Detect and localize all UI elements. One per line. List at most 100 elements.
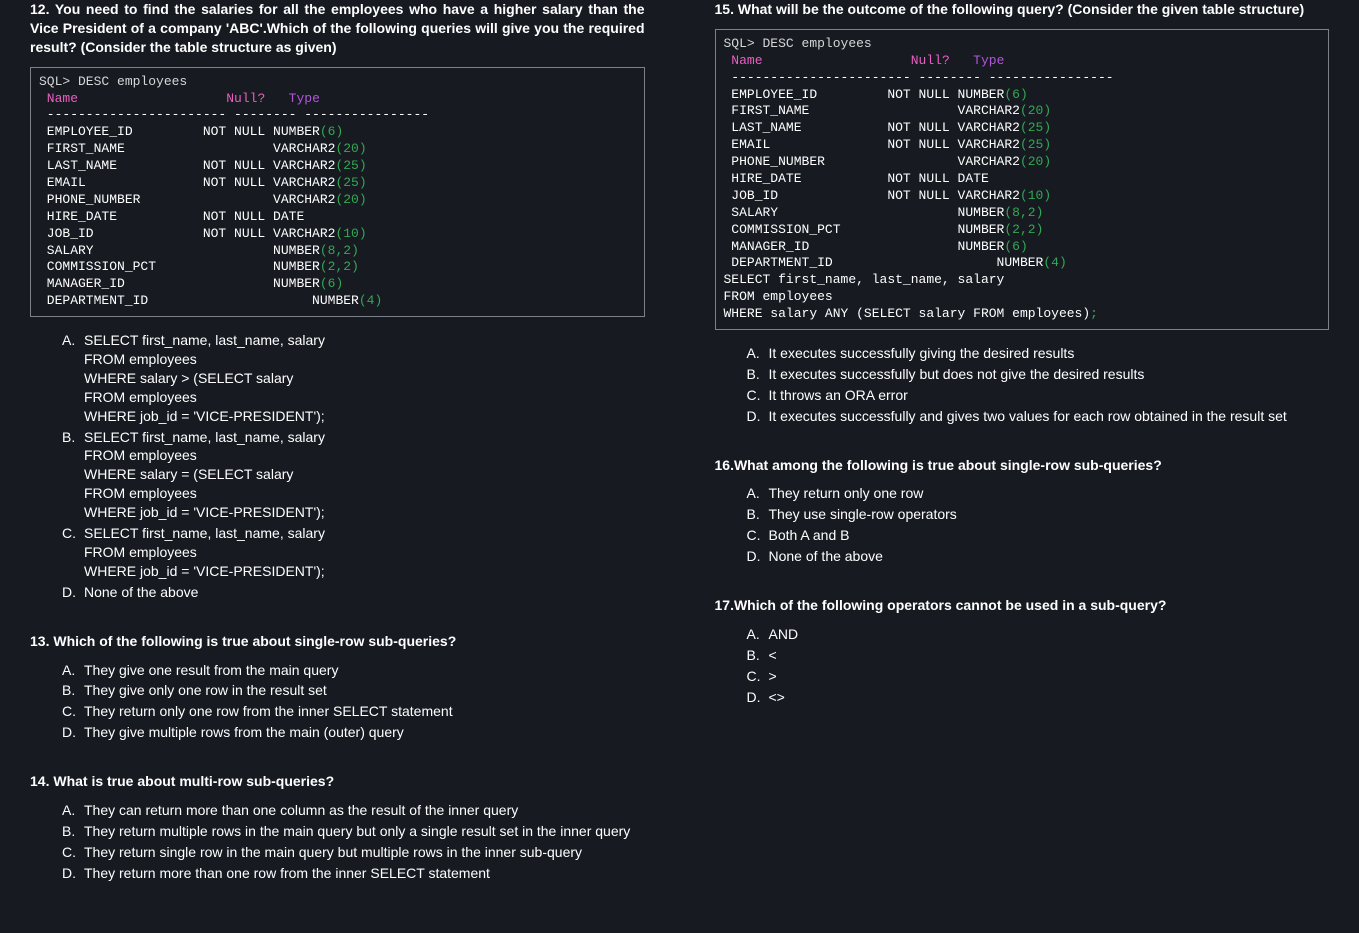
answer-16-c: Both A and B <box>747 526 1330 545</box>
question-14-text: 14. What is true about multi-row sub-que… <box>30 772 645 791</box>
question-13-text: 13. Which of the following is true about… <box>30 632 645 651</box>
code-row: MANAGER_ID NUMBER <box>39 276 320 291</box>
code-row: DEPARTMENT_ID NUMBER <box>39 293 359 308</box>
question-15-answers: It executes successfully giving the desi… <box>715 344 1330 426</box>
answer-text: It executes successfully but does not gi… <box>769 366 1145 382</box>
code-row: MANAGER_ID NUMBER <box>724 239 1005 254</box>
answer-16-d: None of the above <box>747 547 1330 566</box>
code-semi: ; <box>1090 306 1098 321</box>
code-header-name: Name <box>724 53 763 68</box>
answer-text: They return only one row from the inner … <box>84 703 453 719</box>
answer-text: They give one result from the main query <box>84 662 338 678</box>
code-dash: ----------------------- -------- -------… <box>39 107 429 122</box>
code-row: LAST_NAME NOT NULL VARCHAR2 <box>39 158 335 173</box>
code-num: (6) <box>320 124 343 139</box>
code-line: SQL> DESC employees <box>39 74 187 89</box>
code-row: EMAIL NOT NULL VARCHAR2 <box>39 175 335 190</box>
answer-text: SELECT first_name, last_name, salary FRO… <box>84 525 325 579</box>
answer-13-b: They give only one row in the result set <box>62 681 645 700</box>
code-num: (6) <box>1004 239 1027 254</box>
code-line: SQL> DESC employees <box>724 36 872 51</box>
code-row: JOB_ID NOT NULL VARCHAR2 <box>39 226 335 241</box>
code-num: (4) <box>1043 255 1066 270</box>
question-12-answers: SELECT first_name, last_name, salary FRO… <box>30 331 645 601</box>
answer-15-b: It executes successfully but does not gi… <box>747 365 1330 384</box>
answer-text: They return only one row <box>769 485 924 501</box>
code-row: COMMISSION_PCT NUMBER <box>39 259 320 274</box>
answer-text: It executes successfully giving the desi… <box>769 345 1075 361</box>
question-14-answers: They can return more than one column as … <box>30 801 645 883</box>
answer-text: None of the above <box>769 548 883 564</box>
answer-text: None of the above <box>84 584 198 600</box>
question-12-codebox: SQL> DESC employees Name Null? Type ----… <box>30 67 645 317</box>
question-16-text: 16.What among the following is true abou… <box>715 456 1330 475</box>
code-num: (20) <box>1020 103 1051 118</box>
answer-text: It throws an ORA error <box>769 387 908 403</box>
answer-text: They return multiple rows in the main qu… <box>84 823 630 839</box>
question-15: 15. What will be the outcome of the foll… <box>695 0 1350 426</box>
answer-text: They give multiple rows from the main (o… <box>84 724 404 740</box>
answer-12-c: SELECT first_name, last_name, salary FRO… <box>62 524 645 581</box>
code-num: (2,2) <box>320 259 359 274</box>
answer-15-c: It throws an ORA error <box>747 386 1330 405</box>
code-num: (25) <box>1020 137 1051 152</box>
answer-14-a: They can return more than one column as … <box>62 801 645 820</box>
code-row: PHONE_NUMBER VARCHAR2 <box>39 192 335 207</box>
answer-17-c: > <box>747 667 1330 686</box>
answer-13-d: They give multiple rows from the main (o… <box>62 723 645 742</box>
answer-text: Both A and B <box>769 527 850 543</box>
code-tail: WHERE salary ANY (SELECT salary FROM emp… <box>724 306 1091 321</box>
code-num: (8,2) <box>320 243 359 258</box>
answer-13-a: They give one result from the main query <box>62 661 645 680</box>
code-row: HIRE_DATE NOT NULL DATE <box>39 209 304 224</box>
answer-16-a: They return only one row <box>747 484 1330 503</box>
code-row: DEPARTMENT_ID NUMBER <box>724 255 1044 270</box>
answer-13-c: They return only one row from the inner … <box>62 702 645 721</box>
answer-text: SELECT first_name, last_name, salary FRO… <box>84 429 325 521</box>
answer-16-b: They use single-row operators <box>747 505 1330 524</box>
answer-text: SELECT first_name, last_name, salary FRO… <box>84 332 325 424</box>
answer-17-b: < <box>747 646 1330 665</box>
question-13: 13. Which of the following is true about… <box>10 632 665 742</box>
code-num: (20) <box>335 192 366 207</box>
code-num: (20) <box>1020 154 1051 169</box>
answer-15-a: It executes successfully giving the desi… <box>747 344 1330 363</box>
answer-12-a: SELECT first_name, last_name, salary FRO… <box>62 331 645 425</box>
question-16: 16.What among the following is true abou… <box>695 456 1350 566</box>
code-num: (10) <box>335 226 366 241</box>
code-row: EMAIL NOT NULL VARCHAR2 <box>724 137 1020 152</box>
question-17-answers: AND < > <> <box>715 625 1330 707</box>
code-num: (8,2) <box>1004 205 1043 220</box>
code-tail: SELECT first_name, last_name, salary <box>724 272 1005 287</box>
question-16-answers: They return only one row They use single… <box>715 484 1330 566</box>
code-row: PHONE_NUMBER VARCHAR2 <box>724 154 1020 169</box>
code-row: EMPLOYEE_ID NOT NULL NUMBER <box>39 124 320 139</box>
code-row: SALARY NUMBER <box>724 205 1005 220</box>
code-row: SALARY NUMBER <box>39 243 320 258</box>
code-num: (4) <box>359 293 382 308</box>
code-header-name: Name <box>39 91 78 106</box>
code-row: FIRST_NAME VARCHAR2 <box>724 103 1020 118</box>
question-15-text: 15. What will be the outcome of the foll… <box>715 0 1330 19</box>
answer-text: AND <box>769 626 799 642</box>
right-column: 15. What will be the outcome of the foll… <box>695 0 1350 913</box>
code-num: (20) <box>335 141 366 156</box>
code-num: (10) <box>1020 188 1051 203</box>
answer-text: They give only one row in the result set <box>84 682 327 698</box>
answer-12-b: SELECT first_name, last_name, salary FRO… <box>62 428 645 522</box>
question-15-codebox: SQL> DESC employees Name Null? Type ----… <box>715 29 1330 330</box>
code-num: (2,2) <box>1004 222 1043 237</box>
question-13-answers: They give one result from the main query… <box>30 661 645 743</box>
code-num: (25) <box>335 158 366 173</box>
code-row: FIRST_NAME VARCHAR2 <box>39 141 335 156</box>
code-header-null: Null? <box>226 91 265 106</box>
answer-text: > <box>769 668 777 684</box>
code-num: (6) <box>1004 87 1027 102</box>
code-tail: FROM employees <box>724 289 833 304</box>
code-row: EMPLOYEE_ID NOT NULL NUMBER <box>724 87 1005 102</box>
answer-text: <> <box>769 689 785 705</box>
answer-12-d: None of the above <box>62 583 645 602</box>
answer-14-c: They return single row in the main query… <box>62 843 645 862</box>
answer-15-d: It executes successfully and gives two v… <box>747 407 1330 426</box>
code-row: HIRE_DATE NOT NULL DATE <box>724 171 989 186</box>
